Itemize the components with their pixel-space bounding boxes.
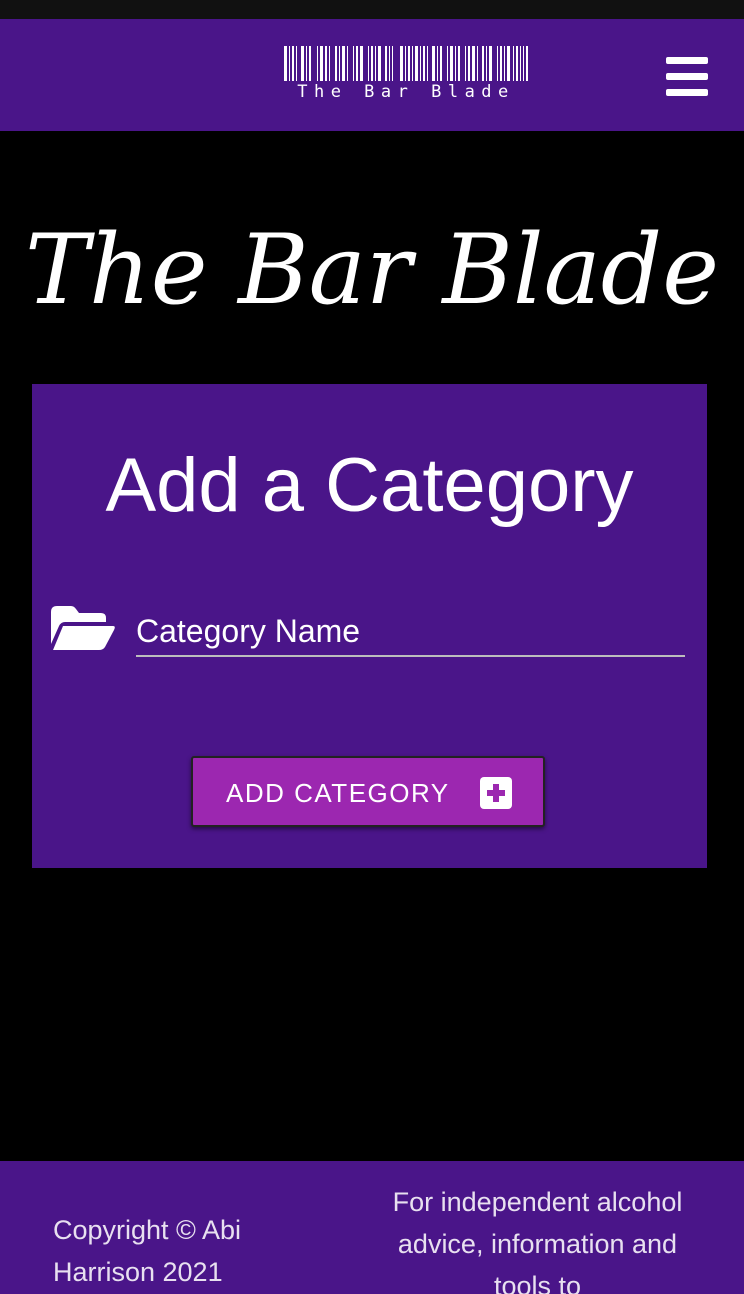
- footer: Copyright © Abi Harrison 2021 For indepe…: [0, 1161, 744, 1294]
- category-name-field: [136, 612, 685, 670]
- footer-copyright: Copyright © Abi Harrison 2021: [53, 1215, 241, 1287]
- status-strip: [0, 0, 744, 19]
- add-category-button[interactable]: ADD CATEGORY: [191, 756, 545, 827]
- hero-title: The Bar Blade: [24, 214, 720, 326]
- folder-open-icon: [51, 606, 115, 650]
- add-category-card: Add a Category ADD CATEGORY: [32, 384, 707, 868]
- brand-logo-link[interactable]: The Bar Blade: [283, 46, 529, 102]
- barcode-logo-icon: [284, 46, 528, 81]
- add-category-button-label: ADD CATEGORY: [226, 778, 450, 808]
- category-name-input[interactable]: [136, 612, 685, 657]
- hamburger-menu-icon[interactable]: [662, 53, 712, 99]
- footer-tagline: For independent alcohol advice, informat…: [392, 1187, 683, 1294]
- page-title: Add a Category: [105, 443, 634, 528]
- plus-square-icon: [480, 777, 512, 809]
- brand-text: The Bar Blade: [297, 82, 515, 102]
- navbar: The Bar Blade: [0, 19, 744, 131]
